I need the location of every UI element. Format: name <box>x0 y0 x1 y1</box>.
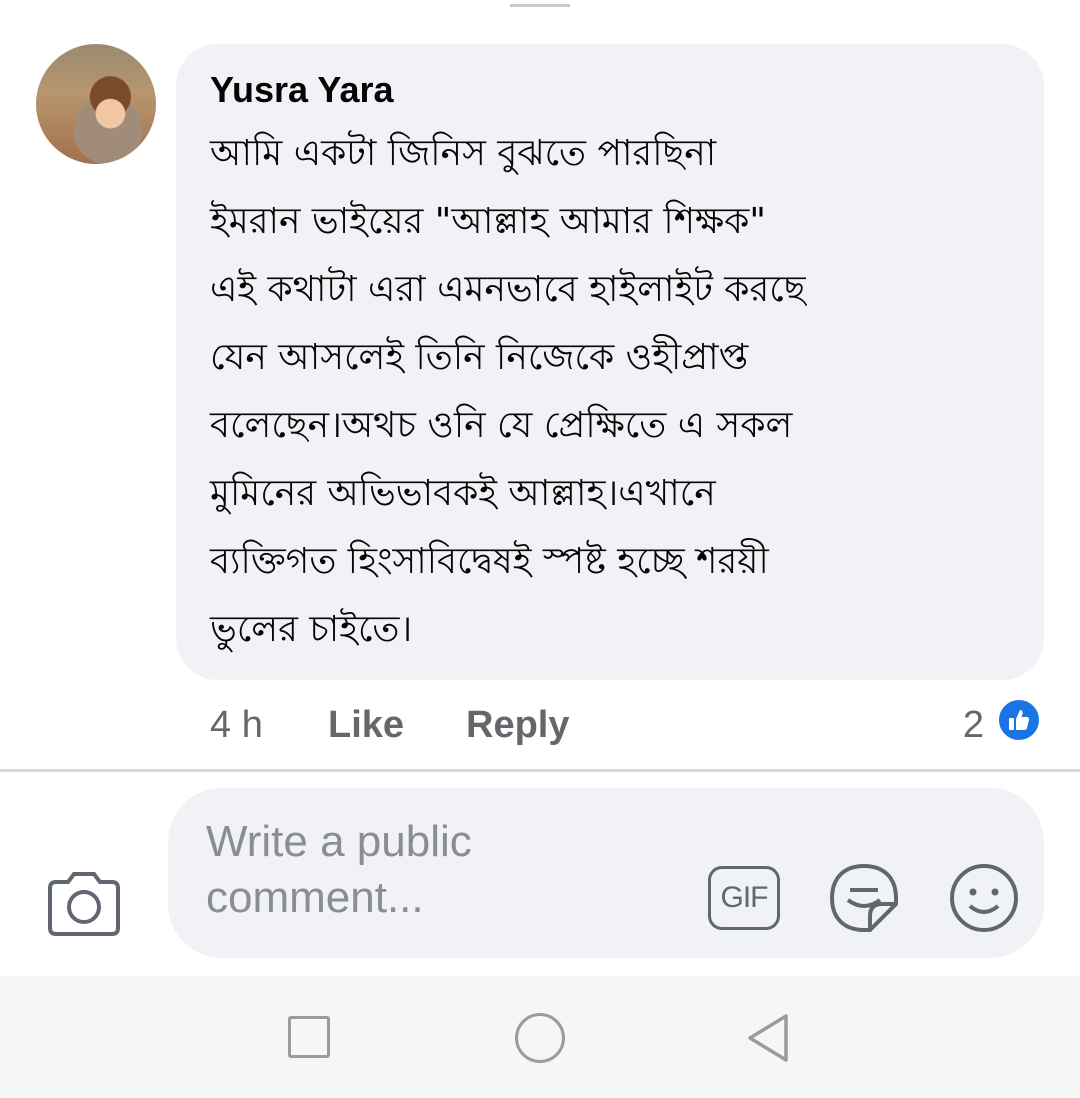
previous-content-edge <box>0 0 1080 8</box>
like-button[interactable]: Like <box>328 700 404 750</box>
camera-icon[interactable] <box>44 866 124 938</box>
square-icon[interactable] <box>288 1016 330 1058</box>
comment-line: এই কথাটা এরা এমনভাবে হাইলাইট করছে <box>210 269 806 310</box>
comment-line: আমি একটা জিনিস বুঝতে পারছিনা <box>210 133 717 174</box>
avatar[interactable] <box>36 44 156 164</box>
comment-body: আমি একটা জিনিস বুঝতে পারছিনা ইমরান ভাইয়… <box>210 120 1030 664</box>
comment-line: ভুলের চাইতে। <box>210 609 413 650</box>
comment-line: বলেছেন।অথচ ওনি যে প্রেক্ষিতে এ সকল <box>210 405 793 446</box>
reply-button[interactable]: Reply <box>466 700 569 750</box>
comment-line: ব্যক্তিগত হিংসাবিদ্বেষই স্পষ্ট হচ্ছে শরয… <box>210 541 769 582</box>
comment-line: মুমিনের অভিভাবকই আল্লাহ।এখানে <box>210 473 716 514</box>
comment-line: ইমরান ভাইয়ের "আল্লাহ আমার শিক্ষক" <box>210 201 766 242</box>
comment-input-placeholder[interactable]: Write a public comment... <box>206 814 526 926</box>
placeholder-line: comment... <box>206 873 424 922</box>
comment-author[interactable]: Yusra Yara <box>210 68 394 112</box>
comment-line: যেন আসলেই তিনি নিজেকে ওহীপ্রাপ্ত <box>210 337 749 378</box>
circle-icon[interactable] <box>515 1013 565 1063</box>
reaction-count[interactable]: 2 <box>963 700 984 750</box>
divider <box>0 769 1080 772</box>
emoji-icon[interactable] <box>948 862 1020 934</box>
like-thumb-icon[interactable] <box>996 697 1042 743</box>
sticker-icon[interactable] <box>826 860 902 938</box>
gif-button[interactable]: GIF <box>708 866 780 930</box>
placeholder-line: Write a public <box>206 817 472 866</box>
comment-timestamp[interactable]: 4 h <box>210 700 263 750</box>
triangle-back-icon[interactable] <box>744 1012 792 1064</box>
